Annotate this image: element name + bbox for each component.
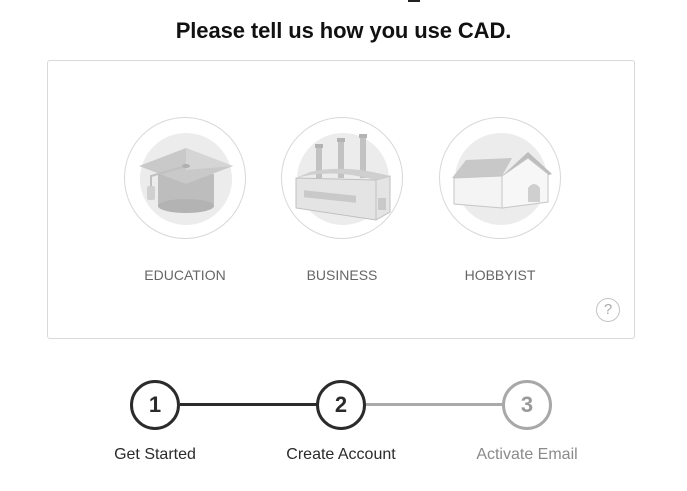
step-3-label: Activate Email <box>476 446 578 463</box>
option-business-circle <box>281 117 403 239</box>
step-2-circle: 2 <box>316 380 366 430</box>
top-divider <box>408 0 420 2</box>
option-business-label: BUSINESS <box>306 267 378 283</box>
step-2-label: Create Account <box>286 446 396 463</box>
factory-icon <box>295 133 391 225</box>
usage-options-card: EDUCATION BUSINESS HOBBYIST ? <box>47 60 635 339</box>
signup-page: Please tell us how you use CAD. EDUCATIO… <box>0 0 687 491</box>
step-connector-2 <box>366 403 502 406</box>
option-hobbyist-label: HOBBYIST <box>464 267 536 283</box>
help-icon[interactable]: ? <box>596 298 620 322</box>
page-title: Please tell us how you use CAD. <box>175 18 512 43</box>
step-1-circle: 1 <box>130 380 180 430</box>
step-1-label: Get Started <box>114 446 196 463</box>
step-connector-1 <box>180 403 318 406</box>
option-education-label: EDUCATION <box>144 267 226 283</box>
graduation-cap-icon <box>139 133 233 225</box>
option-education-circle <box>124 117 246 239</box>
step-3-circle: 3 <box>502 380 552 430</box>
option-hobbyist-circle <box>439 117 561 239</box>
option-education[interactable]: EDUCATION <box>122 117 248 297</box>
house-icon <box>452 133 552 225</box>
option-hobbyist[interactable]: HOBBYIST <box>437 117 563 297</box>
option-business[interactable]: BUSINESS <box>279 117 405 297</box>
